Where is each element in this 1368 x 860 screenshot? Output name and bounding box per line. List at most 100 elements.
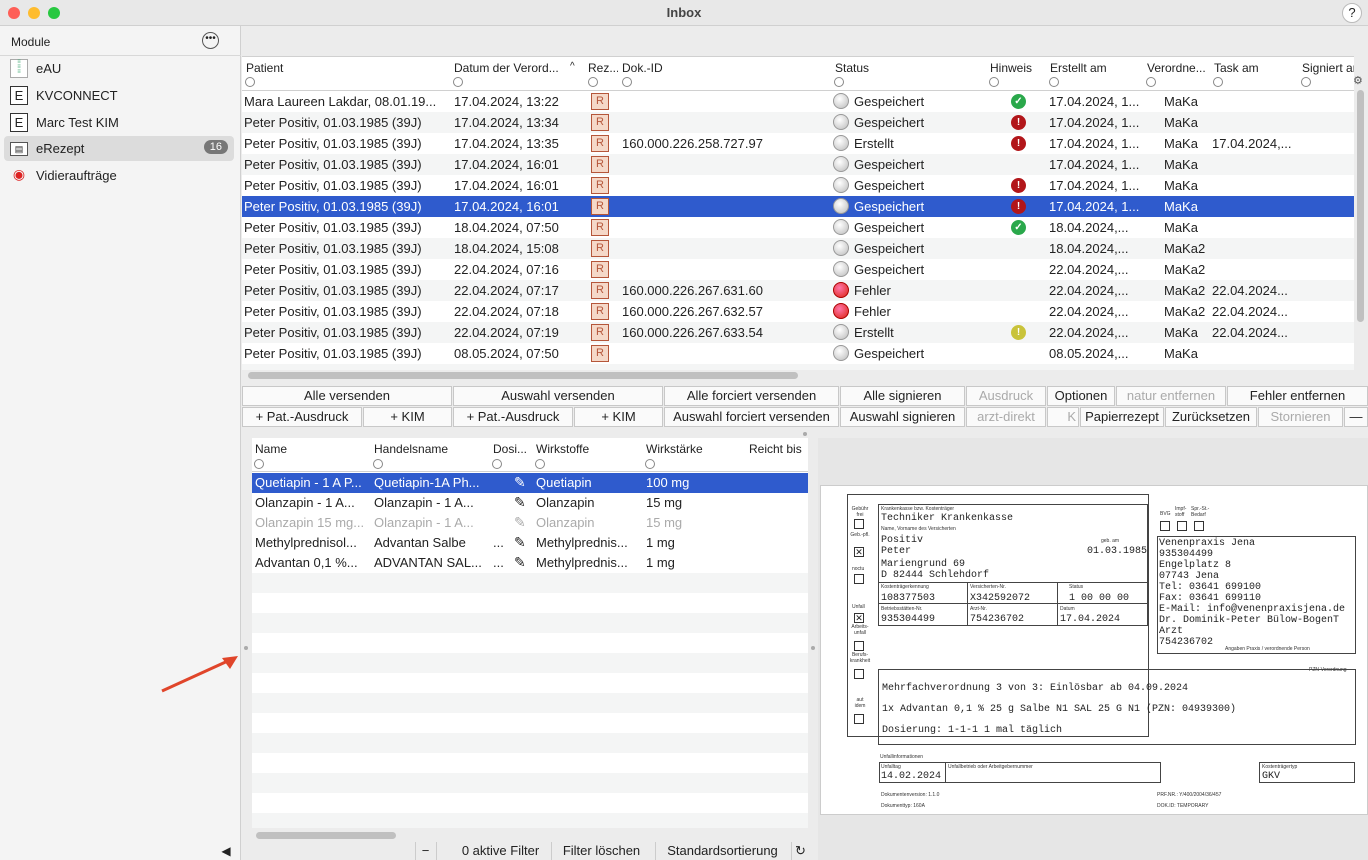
filter-icon[interactable] [1049, 77, 1059, 87]
filter-icon[interactable] [245, 77, 255, 87]
col-erstellt[interactable]: Erstellt am [1050, 61, 1140, 75]
filter-icon[interactable] [1213, 77, 1223, 87]
alert-icon[interactable]: ! [1011, 136, 1026, 151]
remove-button[interactable]: — [1344, 407, 1368, 427]
edit-icon[interactable]: ✎ [514, 494, 526, 511]
reset-button[interactable]: Zurücksetzen [1165, 407, 1257, 427]
table-row[interactable]: Peter Positiv, 01.03.1985 (39J) 17.04.202… [242, 175, 1354, 196]
sidebar-item-erezept[interactable]: ▤ eRezept 16 [4, 136, 234, 161]
remove-signature-button[interactable]: natur entfernen [1116, 386, 1226, 406]
col-hinweis[interactable]: Hinweis [990, 61, 1045, 75]
vertical-scrollbar[interactable] [1357, 90, 1364, 322]
warning-icon[interactable]: ! [1011, 325, 1026, 340]
table-row[interactable]: Peter Positiv, 01.03.1985 (39J) 08.05.202… [242, 343, 1354, 364]
splitter-handle[interactable] [803, 432, 807, 436]
filter-icon[interactable] [535, 459, 545, 469]
col-rezept[interactable]: Rez... [588, 61, 618, 75]
alert-icon[interactable]: ! [1011, 199, 1026, 214]
table-row[interactable]: Peter Positiv, 01.03.1985 (39J) 22.04.202… [242, 259, 1354, 280]
col-wirkstoffe[interactable]: Wirkstoffe [536, 442, 636, 456]
col-task[interactable]: Task am [1214, 61, 1294, 75]
table-row[interactable] [242, 364, 1354, 370]
table-row[interactable]: Peter Positiv, 01.03.1985 (39J) 22.04.202… [242, 280, 1354, 301]
filter-icon[interactable] [588, 77, 598, 87]
edit-icon[interactable]: ✎ [514, 514, 526, 531]
default-sort-button[interactable]: Standardsortierung [655, 842, 789, 860]
med-horizontal-scrollbar[interactable] [256, 832, 396, 839]
clear-filter-button[interactable]: Filter löschen [551, 842, 651, 860]
add-patient-print-button[interactable]: + Pat.-Ausdruck [453, 407, 573, 427]
add-kim-button[interactable]: + KIM [363, 407, 452, 427]
force-send-selection-button[interactable]: Auswahl forciert versenden [664, 407, 839, 427]
col-reicht-bis[interactable]: Reicht bis [749, 442, 808, 456]
table-row[interactable]: Peter Positiv, 01.03.1985 (39J) 22.04.202… [242, 322, 1354, 343]
col-status[interactable]: Status [835, 61, 975, 75]
col-name[interactable]: Name [255, 442, 365, 456]
sign-all-button[interactable]: Alle signieren [840, 386, 965, 406]
col-verordner[interactable]: Verordne... [1147, 61, 1207, 75]
print-button[interactable]: Ausdruck [966, 386, 1046, 406]
table-row[interactable]: Peter Positiv, 01.03.1985 (39J) 17.04.202… [242, 112, 1354, 133]
medication-row[interactable]: Methylprednisol... Advantan Salbe... ✎ Meth… [252, 533, 808, 553]
filter-icon[interactable] [989, 77, 999, 87]
edit-icon[interactable]: ✎ [514, 554, 526, 571]
add-patient-print-button[interactable]: + Pat.-Ausdruck [242, 407, 362, 427]
filter-icon[interactable] [373, 459, 383, 469]
options-button[interactable]: Optionen [1047, 386, 1115, 406]
edit-icon[interactable]: ✎ [514, 534, 526, 551]
refresh-icon[interactable]: ↻ [791, 842, 809, 860]
edit-icon[interactable]: ✎ [514, 474, 526, 491]
remove-filter-button[interactable]: − [415, 842, 435, 860]
check-icon[interactable]: ✓ [1011, 220, 1026, 235]
sidebar-item-vidierauftraege[interactable]: ◉ Vidieraufträge [4, 163, 234, 188]
filter-icon[interactable] [492, 459, 502, 469]
check-icon[interactable]: ✓ [1011, 94, 1026, 109]
force-send-all-button[interactable]: Alle forciert versenden [664, 386, 839, 406]
col-dosierung[interactable]: Dosi... [493, 442, 531, 456]
filter-icon[interactable] [254, 459, 264, 469]
sidebar-item-eau[interactable]: ≡ ≡ ≡ eAU [4, 56, 234, 81]
table-row[interactable]: Peter Positiv, 01.03.1985 (39J) 17.04.202… [242, 154, 1354, 175]
splitter-handle[interactable] [244, 646, 248, 650]
table-row[interactable]: Peter Positiv, 01.03.1985 (39J) 17.04.202… [242, 196, 1354, 217]
col-datum[interactable]: Datum der Verord... [454, 61, 574, 75]
table-row[interactable]: Peter Positiv, 01.03.1985 (39J) 17.04.202… [242, 133, 1354, 154]
send-all-button[interactable]: Alle versenden [242, 386, 452, 406]
col-handelsname[interactable]: Handelsname [374, 442, 484, 456]
medication-row[interactable]: Olanzapin 15 mg... Olanzapin - 1 A... ✎ Ola… [252, 513, 808, 533]
gear-icon[interactable]: ⚙ [1353, 74, 1363, 87]
filter-icon[interactable] [1146, 77, 1156, 87]
k-button[interactable]: K [1047, 407, 1079, 427]
col-signiert[interactable]: Signiert am [1302, 61, 1354, 75]
col-wirkstaerke[interactable]: Wirkstärke [646, 442, 741, 456]
table-row[interactable]: Peter Positiv, 01.03.1985 (39J) 22.04.202… [242, 301, 1354, 322]
filter-icon[interactable] [834, 77, 844, 87]
medication-row[interactable]: Advantan 0,1 %... ADVANTAN SAL...... ✎ Meth… [252, 553, 808, 573]
sidebar-item-marc-test-kim[interactable]: E Marc Test KIM [4, 110, 234, 135]
medication-row[interactable]: Quetiapin - 1 A P... Quetiapin-1A Ph... ✎ Q… [252, 473, 808, 493]
alert-icon[interactable]: ! [1011, 178, 1026, 193]
send-selection-button[interactable]: Auswahl versenden [453, 386, 663, 406]
more-options-icon[interactable]: ••• [202, 32, 219, 49]
collapse-sidebar-icon[interactable]: ◀ [213, 844, 239, 860]
add-kim-button[interactable]: + KIM [574, 407, 663, 427]
paper-prescription-button[interactable]: Papierrezept [1080, 407, 1164, 427]
filter-icon[interactable] [1301, 77, 1311, 87]
remove-errors-button[interactable]: Fehler entfernen [1227, 386, 1368, 406]
filter-icon[interactable] [453, 77, 463, 87]
col-dok-id[interactable]: Dok.-ID [622, 61, 822, 75]
horizontal-scrollbar[interactable] [248, 372, 798, 379]
sidebar-item-kvconnect[interactable]: E KVCONNECT [4, 83, 234, 108]
col-patient[interactable]: Patient [246, 61, 446, 75]
sign-selection-button[interactable]: Auswahl signieren [840, 407, 965, 427]
table-row[interactable]: Mara Laureen Lakdar, 08.01.19... 17.04.20… [242, 91, 1354, 112]
cancel-prescription-button[interactable]: Stornieren [1258, 407, 1343, 427]
alert-icon[interactable]: ! [1011, 115, 1026, 130]
arzt-direkt-button[interactable]: arzt-direkt [966, 407, 1046, 427]
filter-icon[interactable] [622, 77, 632, 87]
splitter-handle[interactable] [811, 646, 815, 650]
table-row[interactable]: Peter Positiv, 01.03.1985 (39J) 18.04.202… [242, 238, 1354, 259]
table-row[interactable]: Peter Positiv, 01.03.1985 (39J) 18.04.202… [242, 217, 1354, 238]
help-button[interactable]: ? [1342, 3, 1362, 23]
filter-icon[interactable] [645, 459, 655, 469]
